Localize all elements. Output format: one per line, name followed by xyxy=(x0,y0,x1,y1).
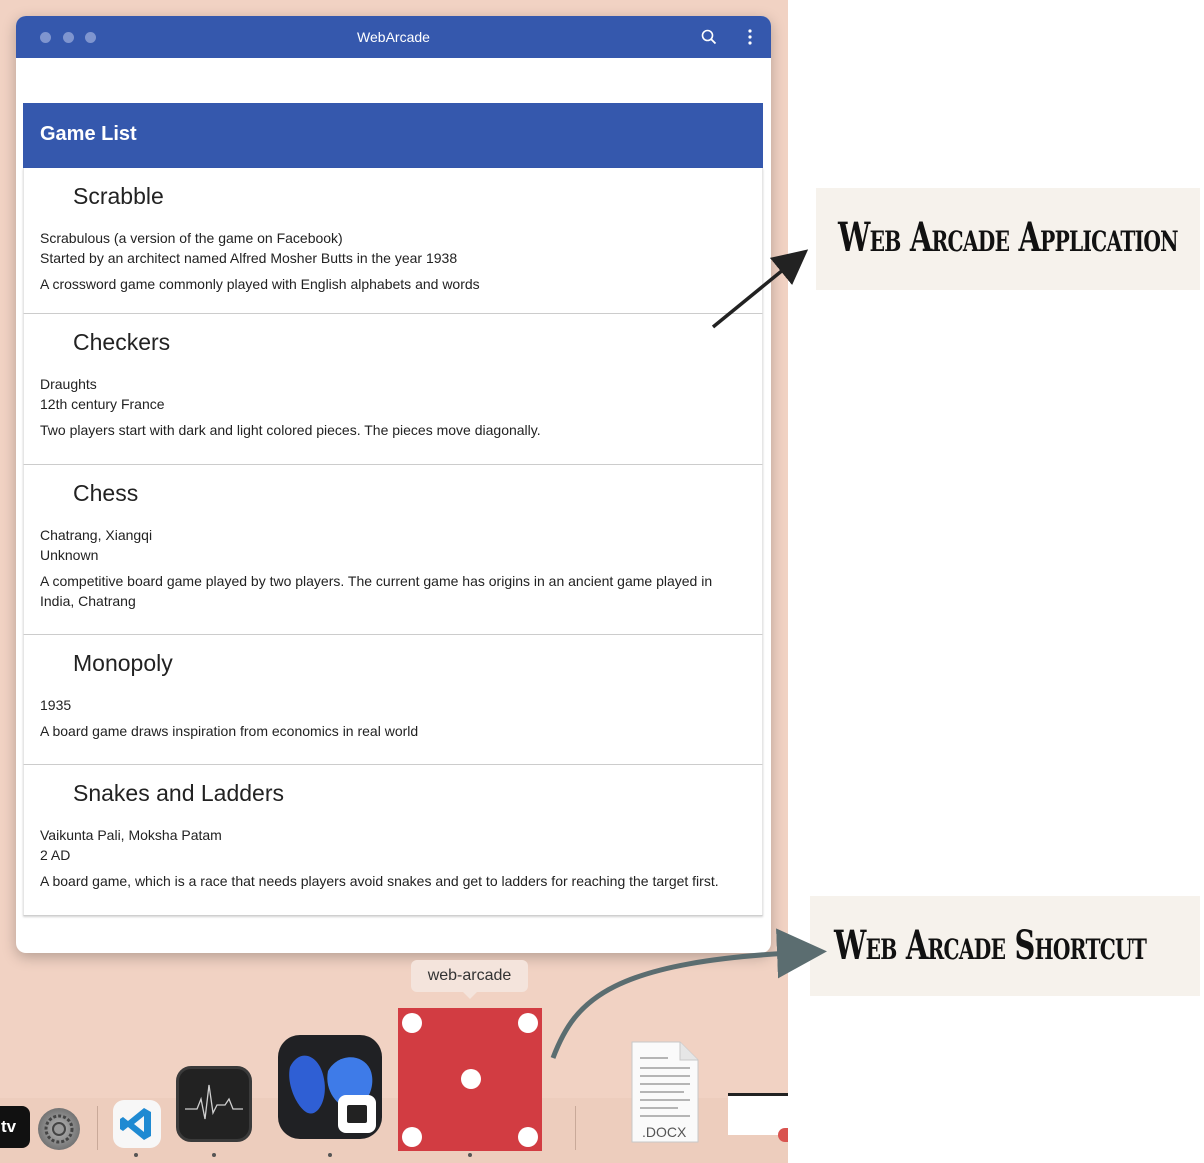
annotation-arrows xyxy=(550,249,827,1059)
arrow-to-app xyxy=(711,249,809,329)
arrow-to-shortcut xyxy=(550,928,827,1059)
